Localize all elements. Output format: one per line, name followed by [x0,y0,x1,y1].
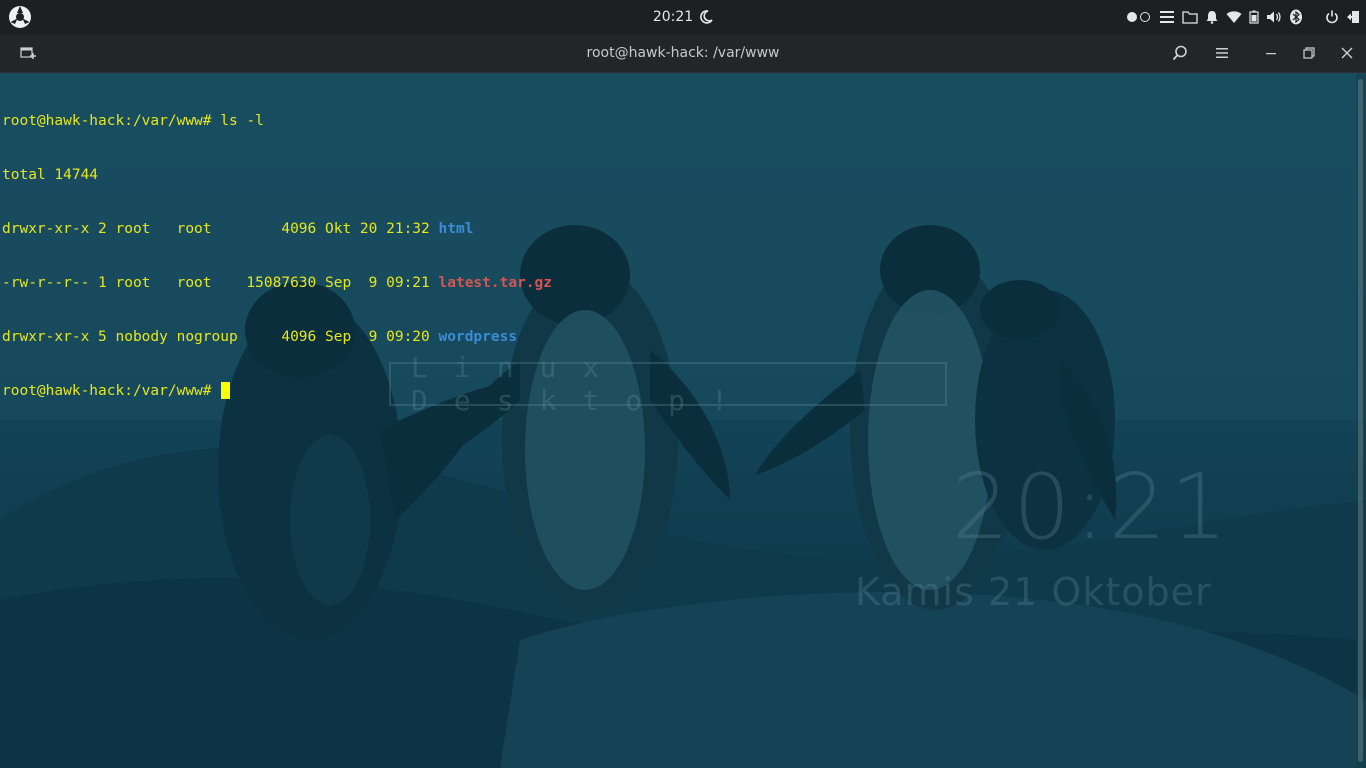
terminal-line: root@hawk-hack:/var/www# ls -l [2,112,552,130]
bell-icon[interactable] [1205,10,1219,24]
dir-name: wordpress [438,329,518,345]
battery-icon[interactable] [1249,10,1259,24]
scrollbar-thumb[interactable] [1358,79,1363,762]
terminal-scrollbar[interactable] [1356,73,1366,768]
terminal-titlebar[interactable]: root@hawk-hack: /var/www [0,34,1366,73]
power-icon[interactable] [1325,10,1339,24]
file-meta: -rw-r--r-- 1 root root 15087630 Sep 9 09… [2,275,439,291]
text-cursor [221,382,231,399]
search-icon[interactable] [1170,43,1190,63]
crescent-moon-icon [700,10,713,24]
new-tab-icon[interactable] [18,43,38,63]
terminal-line: drwxr-xr-x 2 root root 4096 Okt 20 21:32… [2,220,552,238]
menu-icon[interactable] [1159,10,1175,24]
file-meta: drwxr-xr-x 5 nobody nogroup 4096 Sep 9 0… [2,329,439,345]
shell-prompt: root@hawk-hack:/var/www# [2,113,221,129]
bluetooth-icon[interactable] [1289,9,1303,25]
logout-icon[interactable] [1346,10,1360,24]
archive-name: latest.tar.gz [438,275,553,291]
terminal-line: -rw-r--r-- 1 root root 15087630 Sep 9 09… [2,274,552,292]
output-text: total 14744 [2,167,99,183]
terminal-title: root@hawk-hack: /var/www [586,45,780,61]
panel-clock-time: 20:21 [652,9,694,25]
volume-icon[interactable] [1266,10,1282,24]
wifi-icon[interactable] [1226,10,1242,24]
terminal-output[interactable]: root@hawk-hack:/var/www# ls -l total 147… [2,76,552,418]
close-icon[interactable] [1337,43,1357,63]
folder-icon[interactable] [1182,10,1198,24]
restore-icon[interactable] [1299,43,1319,63]
terminal-line: total 14744 [2,166,552,184]
minimize-icon[interactable] [1261,43,1281,63]
terminal-line: drwxr-xr-x 5 nobody nogroup 4096 Sep 9 0… [2,328,552,346]
dir-name: html [438,221,474,237]
top-panel: 20:21 [0,0,1366,34]
hamburger-menu-icon[interactable] [1212,43,1232,63]
command-text: ls -l [220,113,264,129]
shell-prompt: root@hawk-hack:/var/www# [2,383,221,399]
terminal-line: root@hawk-hack:/var/www# [2,382,552,400]
system-tray [1126,0,1360,34]
file-meta: drwxr-xr-x 2 root root 4096 Okt 20 21:32 [2,221,439,237]
toggle-icon[interactable] [1126,11,1152,23]
